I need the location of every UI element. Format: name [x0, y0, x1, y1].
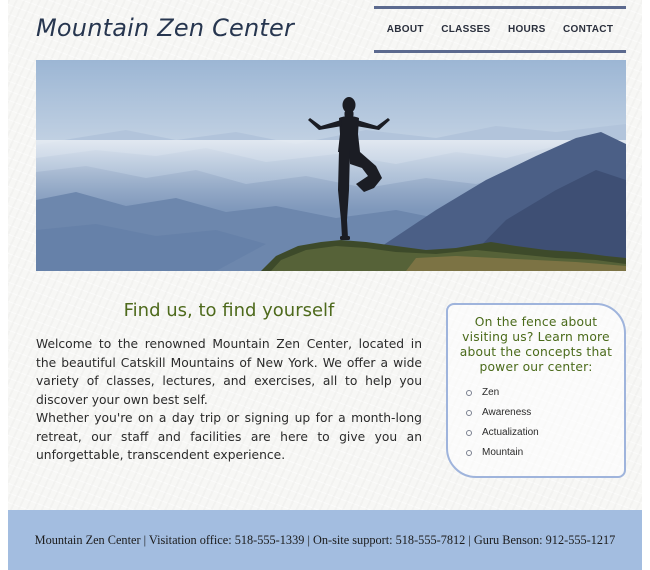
concepts-heading: On the fence about visiting us? Learn mo…: [459, 315, 613, 374]
concept-label: Awareness: [482, 407, 532, 418]
hero-mountain-yoga-image: [36, 60, 626, 271]
concept-label: Mountain: [482, 447, 524, 458]
bullet-icon: [466, 430, 472, 436]
nav-classes-link[interactable]: CLASSES: [441, 24, 490, 35]
site-footer: Mountain Zen Center | Visitation office:…: [8, 510, 642, 570]
bullet-icon: [466, 390, 472, 396]
main-nav: ABOUT CLASSES HOURS CONTACT: [374, 6, 626, 53]
welcome-paragraph: Welcome to the renowned Mountain Zen Cen…: [36, 337, 422, 407]
bullet-icon: [466, 450, 472, 456]
footer-contact-text: Mountain Zen Center | Visitation office:…: [34, 532, 616, 547]
nav-hours-link[interactable]: HOURS: [508, 24, 546, 35]
concepts-list: Zen Awareness Actualization Mountain: [448, 383, 624, 463]
bullet-icon: [466, 410, 472, 416]
concept-item-mountain: Mountain: [466, 443, 624, 463]
concept-label: Zen: [482, 387, 500, 398]
page: Mountain Zen Center ABOUT CLASSES HOURS …: [8, 0, 642, 570]
retreat-paragraph: Whether you're on a day trip or signing …: [36, 411, 422, 462]
concepts-box: On the fence about visiting us? Learn mo…: [446, 303, 626, 478]
main-content: Find us, to find yourself Welcome to the…: [36, 300, 422, 465]
site-title: Mountain Zen Center: [36, 14, 295, 42]
hero-image: [36, 60, 626, 271]
concept-item-zen: Zen: [466, 383, 624, 403]
nav-about-link[interactable]: ABOUT: [387, 24, 424, 35]
concept-label: Actualization: [482, 427, 539, 438]
nav-contact-link[interactable]: CONTACT: [563, 24, 613, 35]
main-heading: Find us, to find yourself: [123, 300, 335, 321]
concept-item-awareness: Awareness: [466, 403, 624, 423]
concept-item-actualization: Actualization: [466, 423, 624, 443]
